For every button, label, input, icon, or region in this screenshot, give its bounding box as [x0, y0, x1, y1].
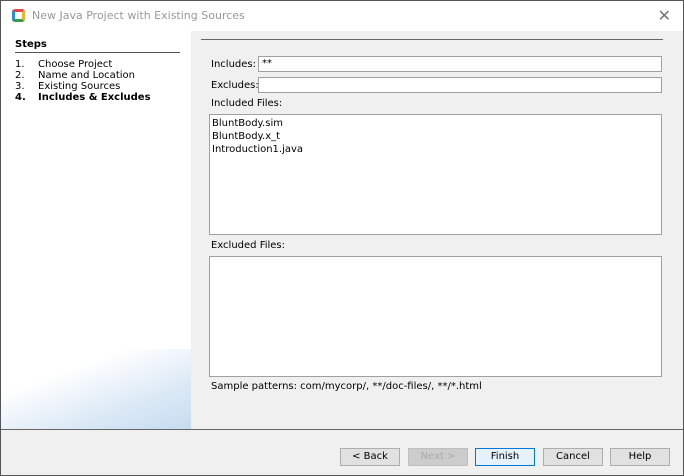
sample-patterns-text: Sample patterns: com/mycorp/, **/doc-fil… — [211, 381, 482, 392]
included-files-list[interactable]: BluntBody.sim BluntBody.x_t Introduction… — [209, 114, 662, 235]
title-bar: New Java Project with Existing Sources ✕ — [1, 1, 683, 31]
button-bar: < Back Next > Finish Cancel Help — [1, 429, 683, 475]
list-item[interactable]: BluntBody.x_t — [212, 130, 659, 143]
list-item[interactable]: BluntBody.sim — [212, 117, 659, 130]
included-files-label: Included Files: — [211, 98, 283, 109]
decorative-background — [1, 349, 191, 429]
cancel-button[interactable]: Cancel — [543, 448, 603, 466]
includes-excludes-panel: Includes: ** Excludes: Included Files: B… — [191, 31, 683, 429]
step-item: 1. Choose Project — [15, 59, 113, 70]
back-button[interactable]: < Back — [340, 448, 400, 466]
steps-panel: Steps 1. Choose Project 2. Name and Locati… — [1, 31, 191, 429]
wizard-dialog: New Java Project with Existing Sources ✕… — [0, 0, 684, 476]
step-item: 3. Existing Sources — [15, 81, 121, 92]
next-button[interactable]: Next > — [408, 448, 468, 466]
includes-input[interactable]: ** — [258, 56, 662, 72]
close-icon[interactable]: ✕ — [658, 6, 671, 25]
excluded-files-label: Excluded Files: — [211, 240, 286, 251]
divider — [201, 39, 663, 40]
finish-button[interactable]: Finish — [475, 448, 535, 466]
window-title: New Java Project with Existing Sources — [32, 9, 245, 22]
excluded-files-list[interactable] — [209, 256, 662, 377]
help-button[interactable]: Help — [610, 448, 670, 466]
excludes-label: Excludes: — [211, 80, 259, 91]
step-item: 2. Name and Location — [15, 70, 135, 81]
steps-heading: Steps — [15, 39, 180, 53]
step-item-current: 4. Includes & Excludes — [15, 92, 151, 103]
includes-label: Includes: — [211, 59, 256, 70]
list-item[interactable]: Introduction1.java — [212, 143, 659, 156]
excludes-input[interactable] — [258, 77, 662, 93]
netbeans-logo-icon — [12, 9, 25, 22]
